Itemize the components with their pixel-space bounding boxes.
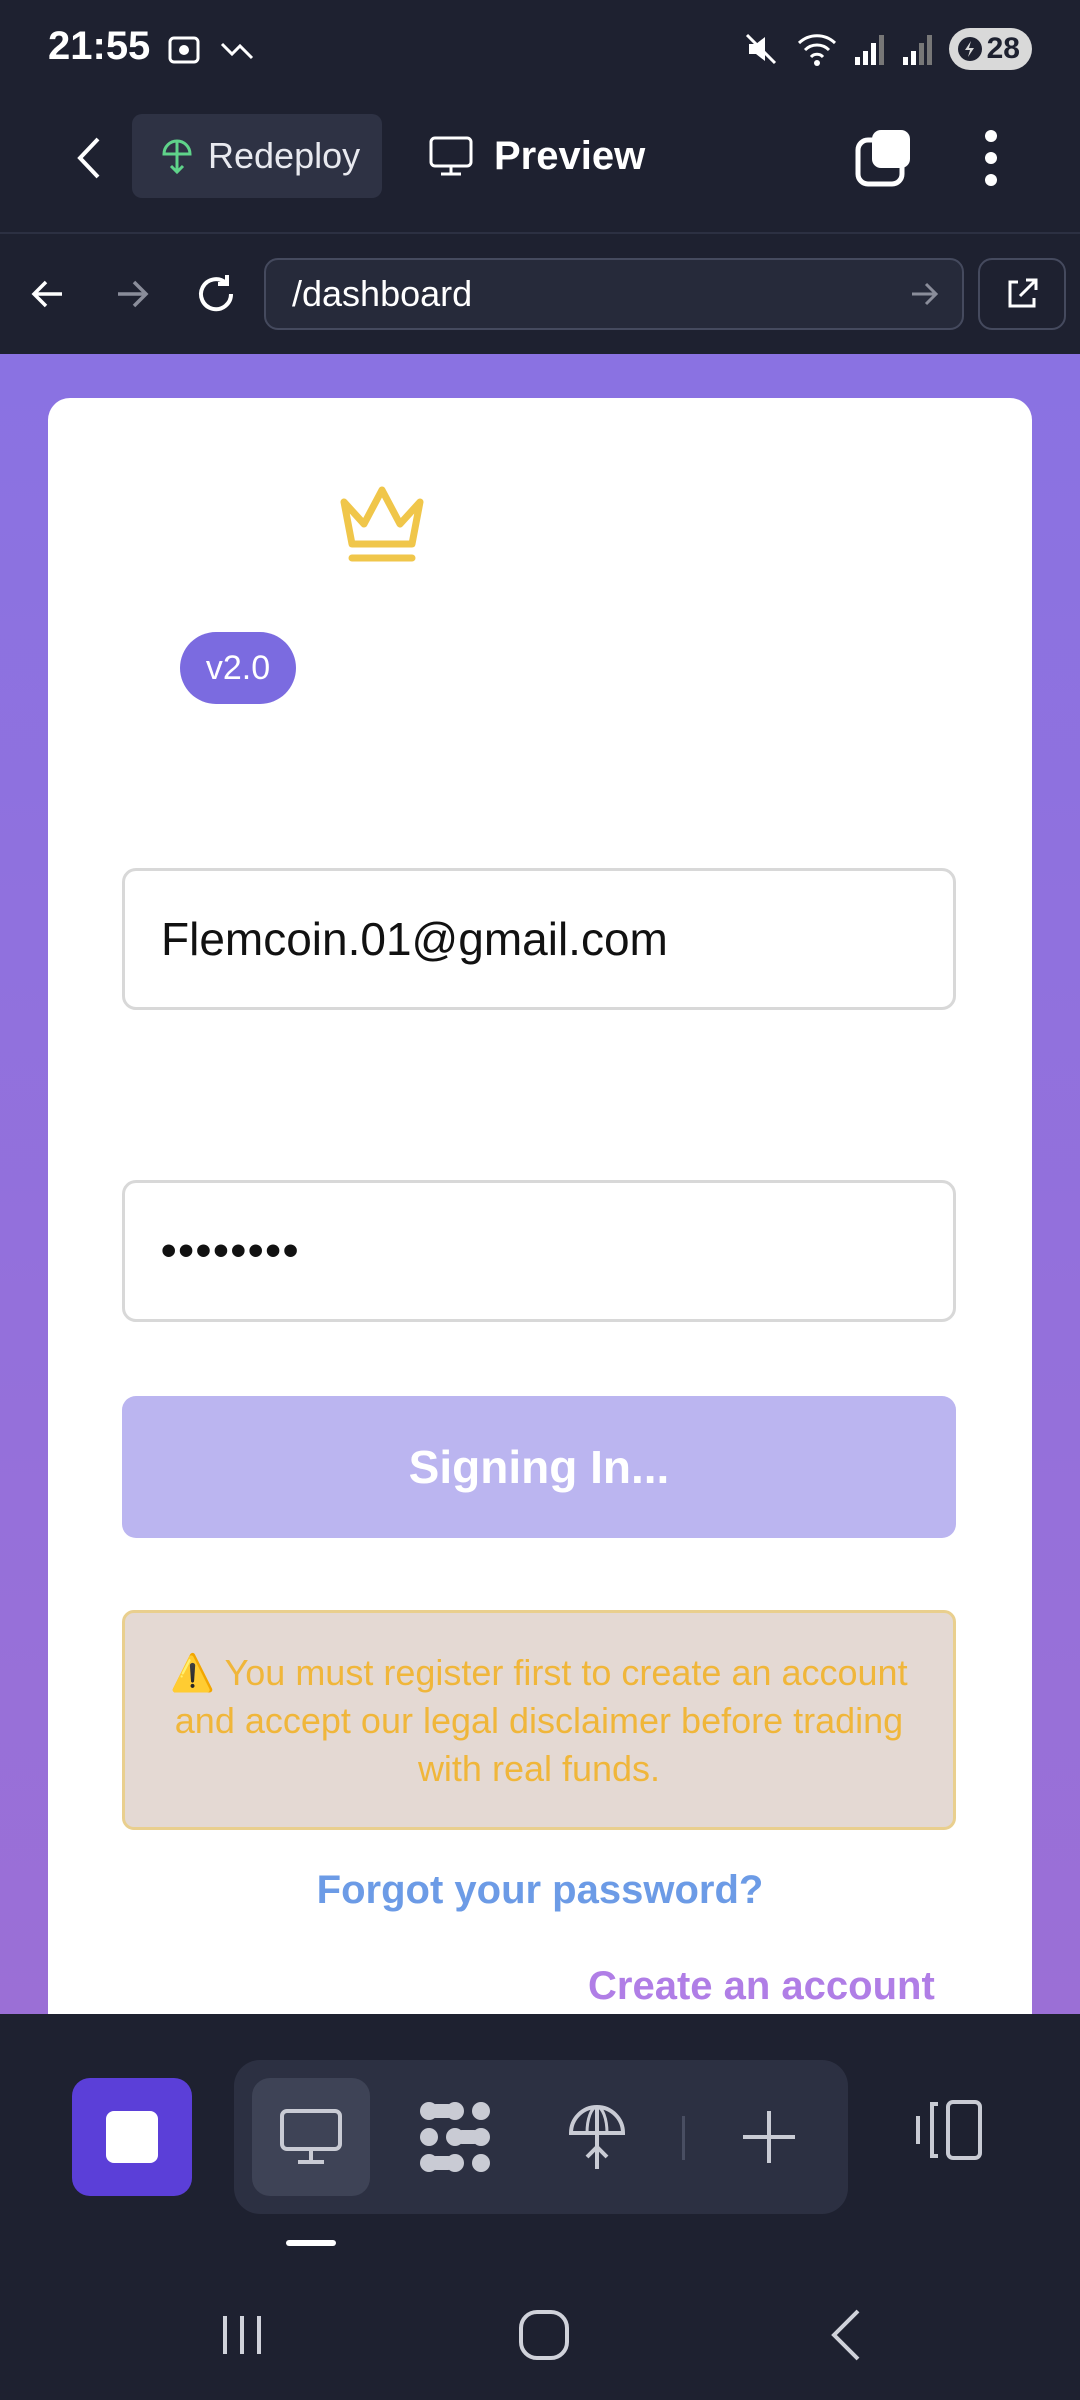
home-button[interactable] bbox=[504, 2300, 584, 2370]
email-value: Flemcoin.01@gmail.com bbox=[161, 913, 668, 965]
screenshot-icon bbox=[168, 36, 200, 64]
url-input[interactable]: /dashboard bbox=[264, 258, 964, 330]
battery-level: 28 bbox=[986, 32, 1020, 65]
reload-button[interactable] bbox=[186, 264, 246, 324]
signal-icon bbox=[902, 35, 932, 65]
status-left-icons bbox=[164, 30, 258, 70]
create-account-link[interactable]: Create an account bbox=[588, 1964, 935, 2009]
crown-icon bbox=[340, 486, 424, 562]
redeploy-label: Redeploy bbox=[208, 135, 361, 176]
more-dot-icon bbox=[985, 174, 997, 186]
status-bar: 21:55 28 bbox=[0, 0, 1080, 100]
back-button[interactable] bbox=[60, 130, 116, 186]
forgot-password-link[interactable]: Forgot your password? bbox=[48, 1868, 1032, 1913]
more-dot-icon bbox=[985, 130, 997, 142]
login-card: v2.0 Flemcoin.01@gmail.com •••••••• Sign… bbox=[48, 398, 1032, 2014]
stop-icon bbox=[106, 2111, 158, 2163]
preview-button[interactable]: Preview bbox=[428, 114, 645, 198]
dots-cluster-icon bbox=[420, 2102, 490, 2172]
desktop-preview-button[interactable] bbox=[252, 2078, 370, 2196]
battery-icon bbox=[957, 37, 982, 61]
layout-toggle-button[interactable] bbox=[908, 2090, 988, 2170]
arrow-right-icon bbox=[118, 280, 149, 308]
plus-icon bbox=[743, 2111, 795, 2163]
stop-button[interactable] bbox=[72, 2078, 192, 2196]
redeploy-button[interactable]: Redeploy bbox=[132, 114, 382, 198]
active-tab-indicator bbox=[286, 2240, 336, 2246]
recents-icon bbox=[223, 2316, 261, 2354]
app-toolbar: Redeploy Preview bbox=[0, 100, 1080, 234]
sign-in-button[interactable]: Signing In... bbox=[122, 1396, 956, 1538]
system-back-button[interactable] bbox=[806, 2300, 886, 2370]
browser-back-button[interactable] bbox=[18, 264, 78, 324]
go-arrow-icon[interactable] bbox=[904, 274, 944, 314]
deploy-button[interactable] bbox=[538, 2078, 656, 2196]
url-text: /dashboard bbox=[292, 273, 473, 314]
bottom-app-bar bbox=[0, 2014, 1080, 2214]
agents-button[interactable] bbox=[396, 2078, 514, 2196]
wifi-icon bbox=[797, 34, 836, 66]
status-right: 28 bbox=[741, 28, 1032, 70]
chevron-left-icon bbox=[831, 2309, 860, 2361]
reload-icon bbox=[199, 275, 234, 312]
tool-separator bbox=[682, 2116, 685, 2160]
recents-button[interactable] bbox=[202, 2300, 282, 2370]
tool-group bbox=[234, 2060, 848, 2214]
more-options-button[interactable] bbox=[966, 126, 1016, 190]
sign-in-label: Signing In... bbox=[408, 1441, 670, 1493]
android-nav-bar bbox=[0, 2260, 1080, 2400]
trend-icon bbox=[220, 42, 254, 60]
warning-alert: ⚠️ You must register first to create an … bbox=[122, 1610, 956, 1830]
signal-icon bbox=[854, 35, 884, 65]
chevron-left-icon bbox=[77, 137, 100, 179]
password-field[interactable]: •••••••• bbox=[122, 1180, 956, 1322]
tabs-button[interactable] bbox=[852, 126, 916, 190]
arrow-left-icon bbox=[31, 280, 62, 308]
split-view-icon bbox=[916, 2100, 982, 2160]
email-field[interactable]: Flemcoin.01@gmail.com bbox=[122, 868, 956, 1010]
mute-icon bbox=[745, 33, 776, 65]
monitor-icon bbox=[429, 136, 473, 176]
battery-indicator: 28 bbox=[948, 28, 1032, 70]
warning-text: ⚠️ You must register first to create an … bbox=[170, 1652, 908, 1789]
password-value: •••••••• bbox=[161, 1226, 301, 1275]
monitor-icon bbox=[280, 2109, 342, 2164]
preview-area: v2.0 Flemcoin.01@gmail.com •••••••• Sign… bbox=[0, 354, 1080, 2014]
external-link-icon bbox=[1008, 278, 1038, 308]
browser-forward-button[interactable] bbox=[102, 264, 162, 324]
deploy-icon bbox=[568, 2105, 626, 2169]
version-badge: v2.0 bbox=[180, 632, 296, 704]
home-icon bbox=[519, 2310, 569, 2360]
preview-label: Preview bbox=[494, 133, 646, 178]
open-external-button[interactable] bbox=[978, 258, 1066, 330]
deploy-icon bbox=[162, 139, 192, 175]
tabs-icon bbox=[855, 130, 910, 187]
toolbar-divider bbox=[0, 232, 1080, 234]
browser-url-row: /dashboard bbox=[0, 236, 1080, 354]
add-tool-button[interactable] bbox=[710, 2078, 828, 2196]
more-dot-icon bbox=[985, 152, 997, 164]
status-time: 21:55 bbox=[48, 24, 151, 68]
